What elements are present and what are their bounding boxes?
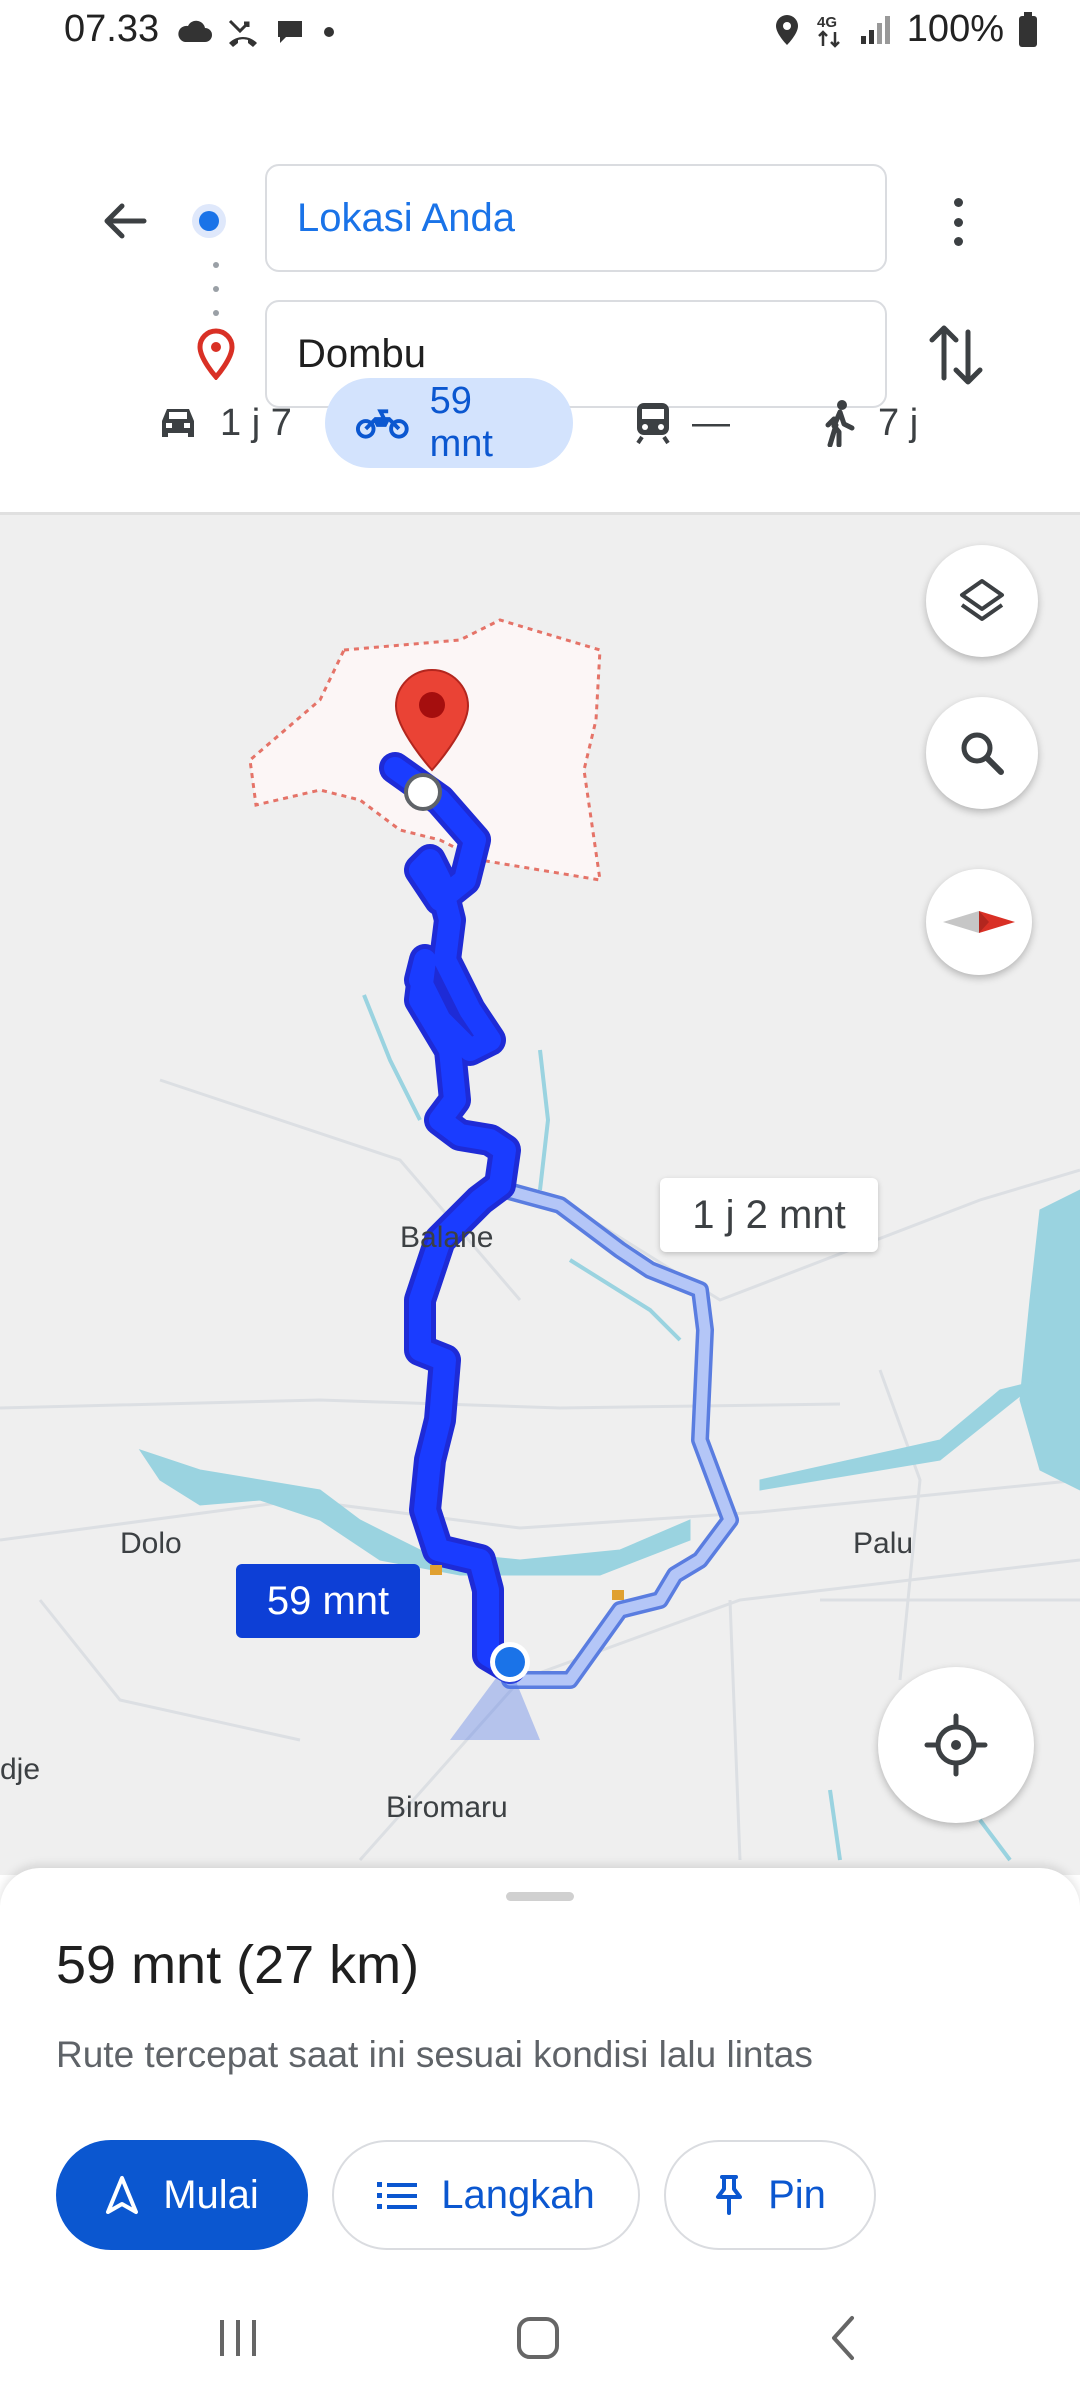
location-icon — [775, 14, 798, 45]
place-label-biromaru: Biromaru — [386, 1791, 508, 1824]
route-summary: 59 mnt (27 km) — [56, 1935, 420, 1995]
mode-walk-label: 7 j — [878, 401, 919, 444]
origin-dot-icon — [192, 204, 226, 238]
mode-car[interactable]: 1 j 7 — [156, 378, 292, 468]
status-right: 4G 100% — [773, 8, 1038, 51]
route-label-main[interactable]: 59 mnt — [236, 1564, 420, 1638]
chat-icon — [278, 21, 302, 43]
search-icon — [961, 732, 1004, 775]
map-view[interactable]: Balane Dolo Palu Biromaru dje — [0, 515, 1080, 1875]
navigation-arrow-icon — [106, 2176, 139, 2214]
map-canvas — [0, 618, 1080, 1862]
back-button[interactable] — [90, 186, 160, 256]
destination-pin-icon — [197, 328, 235, 380]
place-label-edge: dje — [0, 1753, 41, 1786]
road-marker — [612, 1590, 624, 1600]
my-location-dot — [495, 1647, 525, 1677]
cloud-icon — [178, 20, 212, 42]
compass-icon — [943, 911, 1015, 933]
recents-button[interactable] — [214, 2314, 262, 2367]
my-location-icon — [924, 1713, 988, 1777]
main-route[interactable] — [384, 757, 521, 1679]
mode-motorcycle-label: 59 mnt — [429, 380, 493, 465]
recents-icon — [220, 2320, 256, 2356]
battery-percent: 100% — [906, 8, 1004, 50]
mode-walk[interactable]: 7 j — [822, 378, 918, 468]
place-label-palu: Palu — [853, 1527, 914, 1560]
pin-icon — [716, 2175, 743, 2215]
origin-field[interactable]: Lokasi Anda — [265, 164, 887, 272]
svg-text:4G: 4G — [817, 14, 837, 31]
status-bar: 07.33 4G 100% — [0, 0, 1080, 66]
pin-button[interactable]: Pin — [664, 2140, 876, 2250]
battery-icon — [1019, 11, 1037, 47]
travel-modes: 1 j 7 59 mnt — 7 j — [0, 378, 1080, 508]
mode-transit[interactable]: — — [634, 378, 730, 468]
arrow-back-icon — [104, 203, 147, 239]
route-label-alt[interactable]: 1 j 2 mnt — [660, 1178, 878, 1252]
steps-button[interactable]: Langkah — [332, 2140, 640, 2250]
back-nav-button[interactable] — [820, 2314, 868, 2367]
compass-button[interactable] — [926, 869, 1032, 975]
destination-point — [404, 773, 442, 811]
start-button[interactable]: Mulai — [56, 2140, 308, 2250]
status-time: 07.33 — [64, 8, 160, 50]
road-marker — [430, 1565, 442, 1575]
motorcycle-icon — [355, 409, 409, 439]
system-nav-bar — [0, 2290, 1080, 2408]
car-icon — [162, 409, 194, 437]
mode-car-label: 1 j 7 — [220, 401, 292, 444]
chevron-left-icon — [832, 2316, 854, 2360]
dot-icon — [324, 27, 334, 37]
sheet-drag-handle[interactable] — [506, 1892, 574, 1901]
steps-button-label: Langkah — [441, 2172, 595, 2217]
notification-icons — [176, 10, 336, 54]
signal-icon — [860, 15, 890, 44]
layers-button[interactable] — [926, 545, 1038, 657]
layers-icon — [960, 579, 1004, 621]
mode-motorcycle[interactable]: 59 mnt — [325, 378, 573, 468]
my-location-button[interactable] — [878, 1667, 1034, 1823]
walk-icon — [825, 400, 855, 447]
directions-header: Lokasi Anda Dombu 1 j 7 59 mnt — 7 j — [0, 66, 1080, 512]
pin-button-label: Pin — [768, 2172, 826, 2217]
home-icon — [517, 2317, 559, 2359]
more-options-button[interactable] — [938, 190, 978, 254]
list-icon — [377, 2182, 418, 2209]
place-label-dolo: Dolo — [120, 1527, 182, 1560]
mode-transit-label: — — [692, 401, 730, 444]
alt-route[interactable] — [499, 1184, 736, 1686]
network-4g-icon: 4G — [817, 14, 840, 48]
route-description: Rute tercepat saat ini sesuai kondisi la… — [56, 2034, 813, 2075]
home-button[interactable] — [514, 2314, 562, 2367]
route-connector-icon — [213, 262, 219, 316]
train-icon — [636, 403, 670, 445]
start-button-label: Mulai — [163, 2172, 259, 2217]
place-label-balane: Balane — [400, 1221, 494, 1254]
search-along-route-button[interactable] — [926, 697, 1038, 809]
missed-call-icon — [228, 19, 257, 47]
